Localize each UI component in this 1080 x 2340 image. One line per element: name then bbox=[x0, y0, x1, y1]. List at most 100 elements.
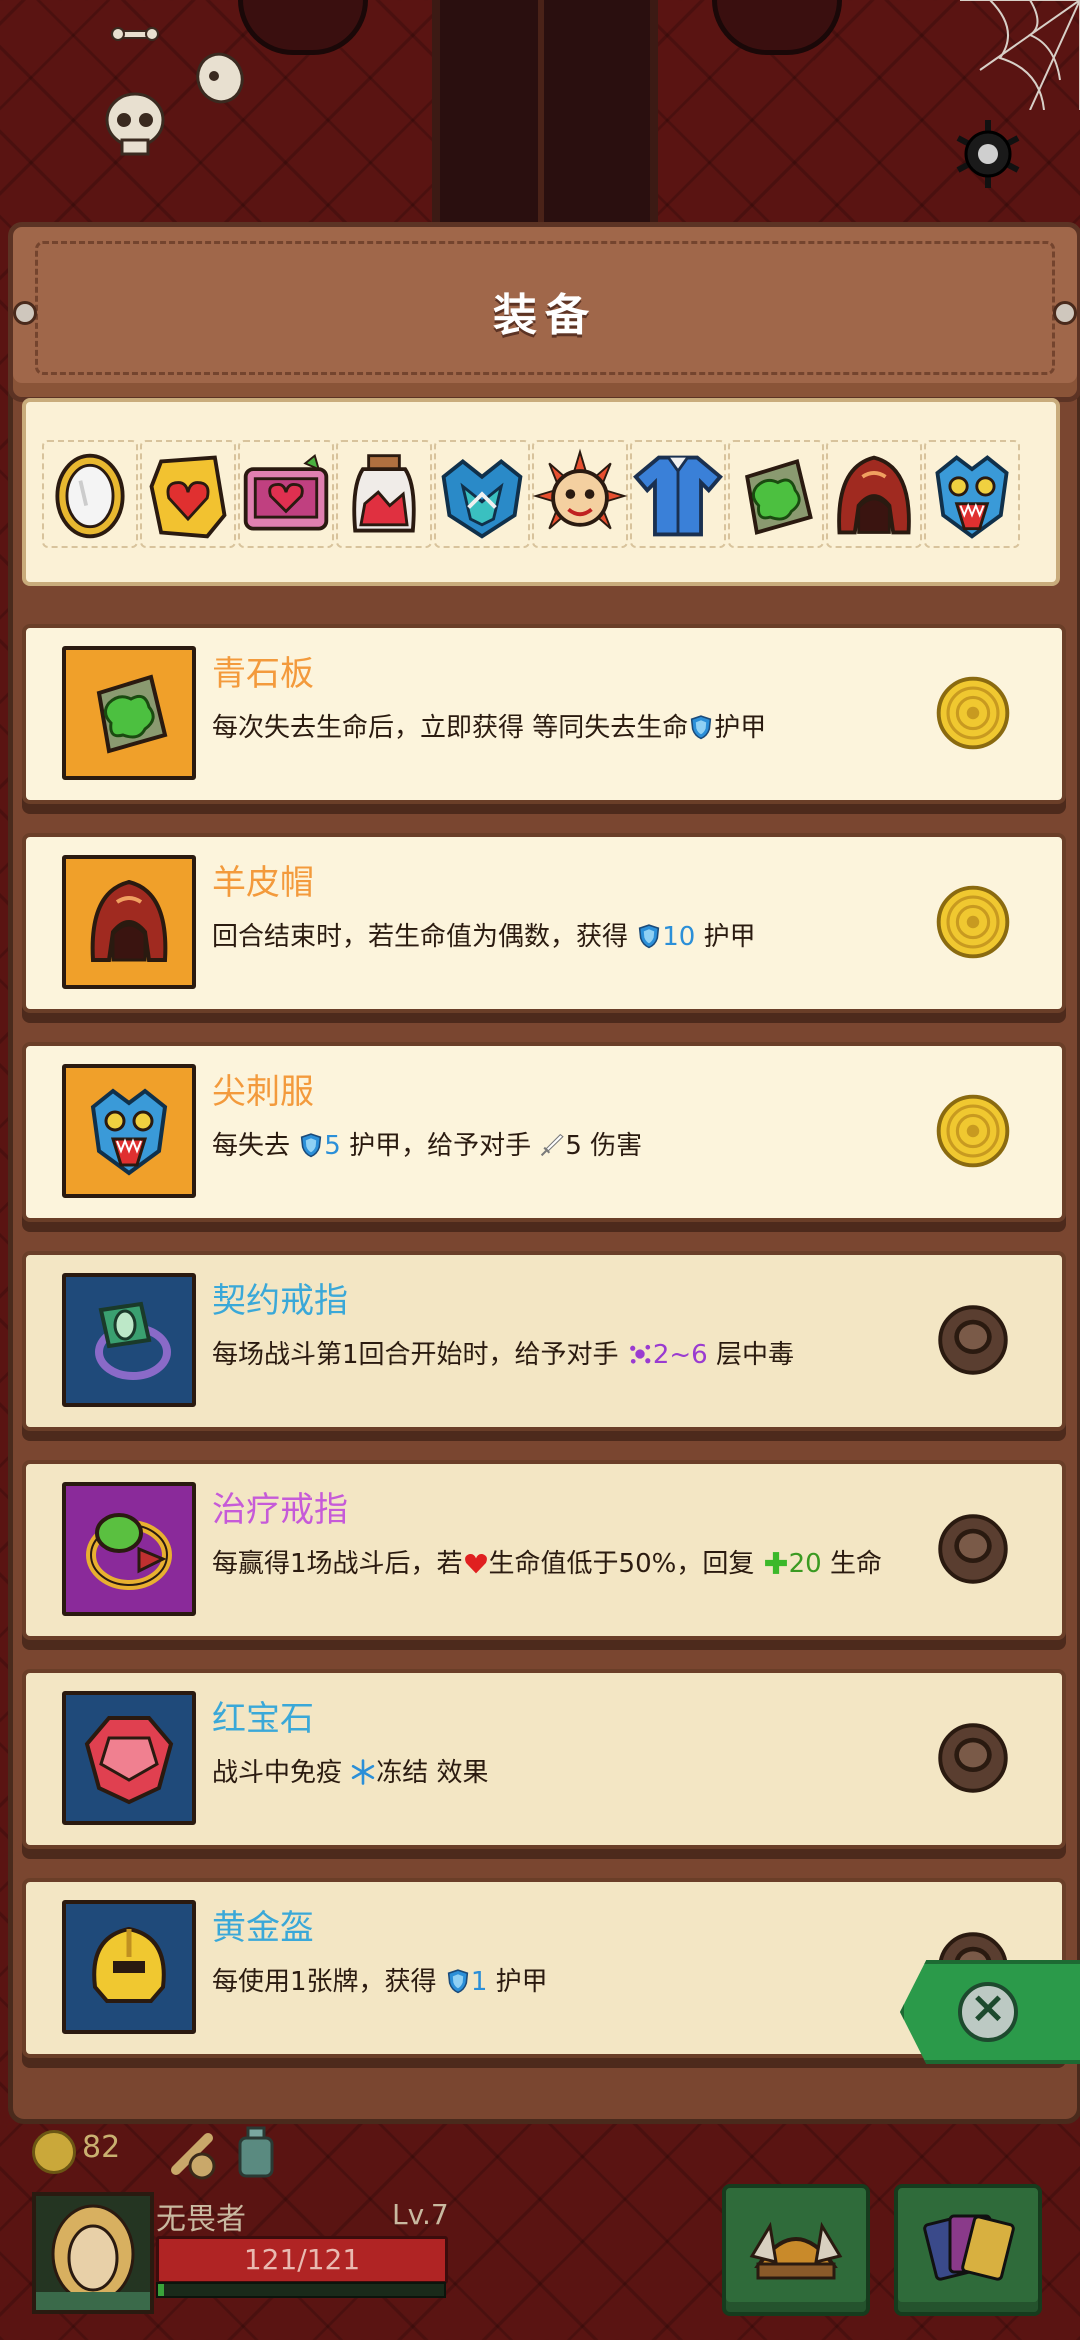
sun-mask-icon bbox=[532, 448, 628, 530]
equipment-card[interactable]: 红宝石战斗中免疫 冻结 效果 bbox=[22, 1669, 1066, 1849]
helmet-icon bbox=[749, 2221, 843, 2280]
description-text: 回合结束时，若生命值为偶数，获得 bbox=[212, 922, 637, 952]
shield-icon bbox=[298, 1132, 324, 1166]
shield-icon bbox=[301, 1133, 322, 1158]
description-text: 层中毒 bbox=[707, 1340, 794, 1370]
equipment-slot[interactable] bbox=[336, 440, 432, 548]
description-text: 每赢得1场战斗后，若 bbox=[212, 1549, 463, 1579]
description-text: 护甲 bbox=[714, 713, 767, 743]
keyword-value: 2~6 bbox=[652, 1340, 708, 1370]
description-text: 冻结 效果 bbox=[376, 1758, 489, 1788]
item-name: 羊皮帽 bbox=[212, 863, 314, 903]
panel-header: 装备 bbox=[8, 222, 1080, 402]
spike-armor-icon bbox=[90, 1088, 168, 1176]
equipment-card[interactable]: 契约戒指每场战斗第1回合开始时，给予对手 2~6 层中毒 bbox=[22, 1251, 1066, 1431]
xp-bar bbox=[156, 2282, 446, 2298]
sheep-hood-icon bbox=[837, 455, 911, 535]
heart-icon bbox=[463, 1550, 489, 1584]
equipment-slot[interactable] bbox=[238, 440, 334, 548]
equipment-slot[interactable] bbox=[630, 440, 726, 548]
description-text: 生命值低于50%，回复 bbox=[488, 1549, 763, 1579]
description-text: 5 伤害 bbox=[565, 1131, 643, 1161]
background-scenery bbox=[0, 0, 1080, 230]
keyword-value: 5 bbox=[324, 1131, 341, 1161]
description-text: 每使用1张牌，获得 bbox=[212, 1967, 445, 1997]
dragon-mask-icon bbox=[441, 458, 523, 539]
door-decoration bbox=[432, 0, 658, 230]
equipment-slot[interactable] bbox=[42, 440, 138, 548]
player-name: 无畏者 bbox=[156, 2202, 246, 2237]
sword-icon bbox=[541, 1133, 565, 1157]
ruby-icon bbox=[84, 1716, 174, 1805]
hp-text: 121/121 bbox=[243, 2243, 361, 2276]
equipment-card[interactable]: 黄金盔每使用1张牌，获得 1 护甲 bbox=[22, 1878, 1066, 2058]
cards-menu-button[interactable] bbox=[894, 2184, 1042, 2316]
gold-coin-status-icon bbox=[936, 1094, 1010, 1168]
snowflake-icon bbox=[352, 1759, 375, 1785]
shield-icon bbox=[445, 1968, 471, 2002]
keyword-value: 1 bbox=[470, 1967, 488, 1997]
plus-icon bbox=[764, 1552, 787, 1574]
shield-icon bbox=[691, 715, 712, 740]
item-thumbnail bbox=[62, 1064, 196, 1198]
poison-icon bbox=[627, 1341, 653, 1375]
description-text: 护甲 bbox=[695, 922, 756, 952]
equipment-icon-strip bbox=[22, 398, 1060, 586]
equipment-card[interactable]: 尖刺服每失去 5 护甲，给予对手 5 伤害 bbox=[22, 1042, 1066, 1222]
equipment-card[interactable]: 治疗戒指 每赢得1场战斗后，若 生命值低于50%，回复 20 生命 bbox=[22, 1460, 1066, 1640]
plus-icon bbox=[763, 1550, 789, 1584]
heart-chest-icon bbox=[243, 454, 329, 531]
heart-gem-icon bbox=[149, 455, 227, 539]
description-text: 护甲 bbox=[487, 1967, 548, 1997]
hp-bar: 121/121 bbox=[156, 2236, 448, 2284]
item-thumbnail bbox=[62, 1482, 196, 1616]
skull-icon bbox=[105, 92, 165, 156]
description-text: 每失去 bbox=[212, 1131, 299, 1161]
item-description: 战斗中免疫 冻结 效果 bbox=[212, 1757, 892, 1793]
player-level: Lv.7 bbox=[392, 2198, 449, 2231]
keyword-value: 10 bbox=[662, 922, 696, 952]
item-description: 每使用1张牌，获得 1 护甲 bbox=[212, 1966, 892, 2002]
snowflake-icon bbox=[350, 1759, 376, 1793]
close-button[interactable]: × bbox=[900, 1960, 1080, 2064]
item-name: 红宝石 bbox=[212, 1699, 314, 1739]
item-name: 尖刺服 bbox=[212, 1072, 314, 1112]
avatar[interactable] bbox=[32, 2192, 154, 2314]
item-name: 契约戒指 bbox=[212, 1281, 348, 1321]
equipment-slot[interactable] bbox=[140, 440, 236, 548]
poison-icon bbox=[629, 1344, 651, 1364]
equipment-card[interactable]: 羊皮帽回合结束时，若生命值为偶数，获得 10 护甲 bbox=[22, 833, 1066, 1013]
locked-slot-icon bbox=[938, 1723, 1008, 1793]
equipment-card[interactable]: 青石板 每次失去生命后，立即获得 等同失去生命 护甲 bbox=[22, 624, 1066, 804]
gold-coin-status-icon bbox=[936, 676, 1010, 750]
description-text: 生命 bbox=[821, 1549, 882, 1579]
spike-armor-icon bbox=[935, 455, 1009, 539]
shield-icon bbox=[639, 924, 660, 949]
hero-portrait-icon bbox=[36, 2196, 150, 2310]
item-name: 黄金盔 bbox=[212, 1908, 314, 1948]
shield-icon bbox=[447, 1969, 469, 1994]
coin-icon bbox=[934, 883, 1012, 965]
item-description: 每失去 5 护甲，给予对手 5 伤害 bbox=[212, 1130, 892, 1166]
healing-ring-icon bbox=[86, 1513, 172, 1590]
item-description: 每次失去生命后，立即获得 等同失去生命 护甲 bbox=[212, 712, 892, 748]
scroll-potion-icon[interactable] bbox=[168, 2126, 218, 2180]
spiderweb-icon bbox=[960, 0, 1080, 110]
equipment-menu-button[interactable] bbox=[722, 2184, 870, 2316]
item-thumbnail bbox=[62, 1900, 196, 2034]
heart-icon bbox=[464, 1553, 487, 1574]
equipment-slot[interactable] bbox=[826, 440, 922, 548]
item-description: 每场战斗第1回合开始时，给予对手 2~6 层中毒 bbox=[212, 1339, 892, 1375]
equipment-slot[interactable] bbox=[728, 440, 824, 548]
equipment-slot[interactable] bbox=[924, 440, 1020, 548]
locked-slot-icon bbox=[938, 1305, 1008, 1375]
equipment-slot[interactable] bbox=[532, 440, 628, 548]
settings-button[interactable] bbox=[952, 118, 1024, 190]
description-text: 每场战斗第1回合开始时，给予对手 bbox=[212, 1340, 627, 1370]
locked-slot-icon bbox=[934, 1510, 1012, 1592]
equipment-slot[interactable] bbox=[434, 440, 530, 548]
shield-icon bbox=[636, 923, 662, 957]
potion-jar-icon bbox=[352, 454, 416, 533]
item-thumbnail bbox=[62, 1691, 196, 1825]
bottle-icon[interactable] bbox=[236, 2126, 276, 2180]
